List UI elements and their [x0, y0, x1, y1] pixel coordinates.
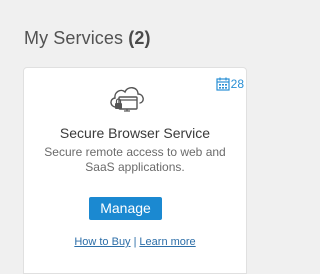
manage-button[interactable]: Manage — [89, 197, 162, 220]
service-card: 28 Secure Browser Service Secure remote … — [23, 67, 247, 274]
secure-browser-cloud-icon — [110, 87, 144, 112]
section-title: My Services (2) — [24, 28, 151, 49]
card-links: How to Buy | Learn more — [24, 236, 246, 248]
calendar-icon — [216, 77, 230, 91]
service-description: Secure remote access to web and SaaS app… — [44, 145, 226, 174]
learn-more-link[interactable]: Learn more — [139, 236, 195, 248]
section-title-label: My Services — [24, 28, 124, 48]
trial-days-badge: 28 — [216, 77, 244, 91]
how-to-buy-link[interactable]: How to Buy — [74, 236, 130, 248]
link-separator: | — [133, 236, 137, 248]
service-name: Secure Browser Service — [59, 125, 211, 141]
service-count: (2) — [128, 28, 151, 48]
trial-days-count: 28 — [230, 77, 244, 91]
